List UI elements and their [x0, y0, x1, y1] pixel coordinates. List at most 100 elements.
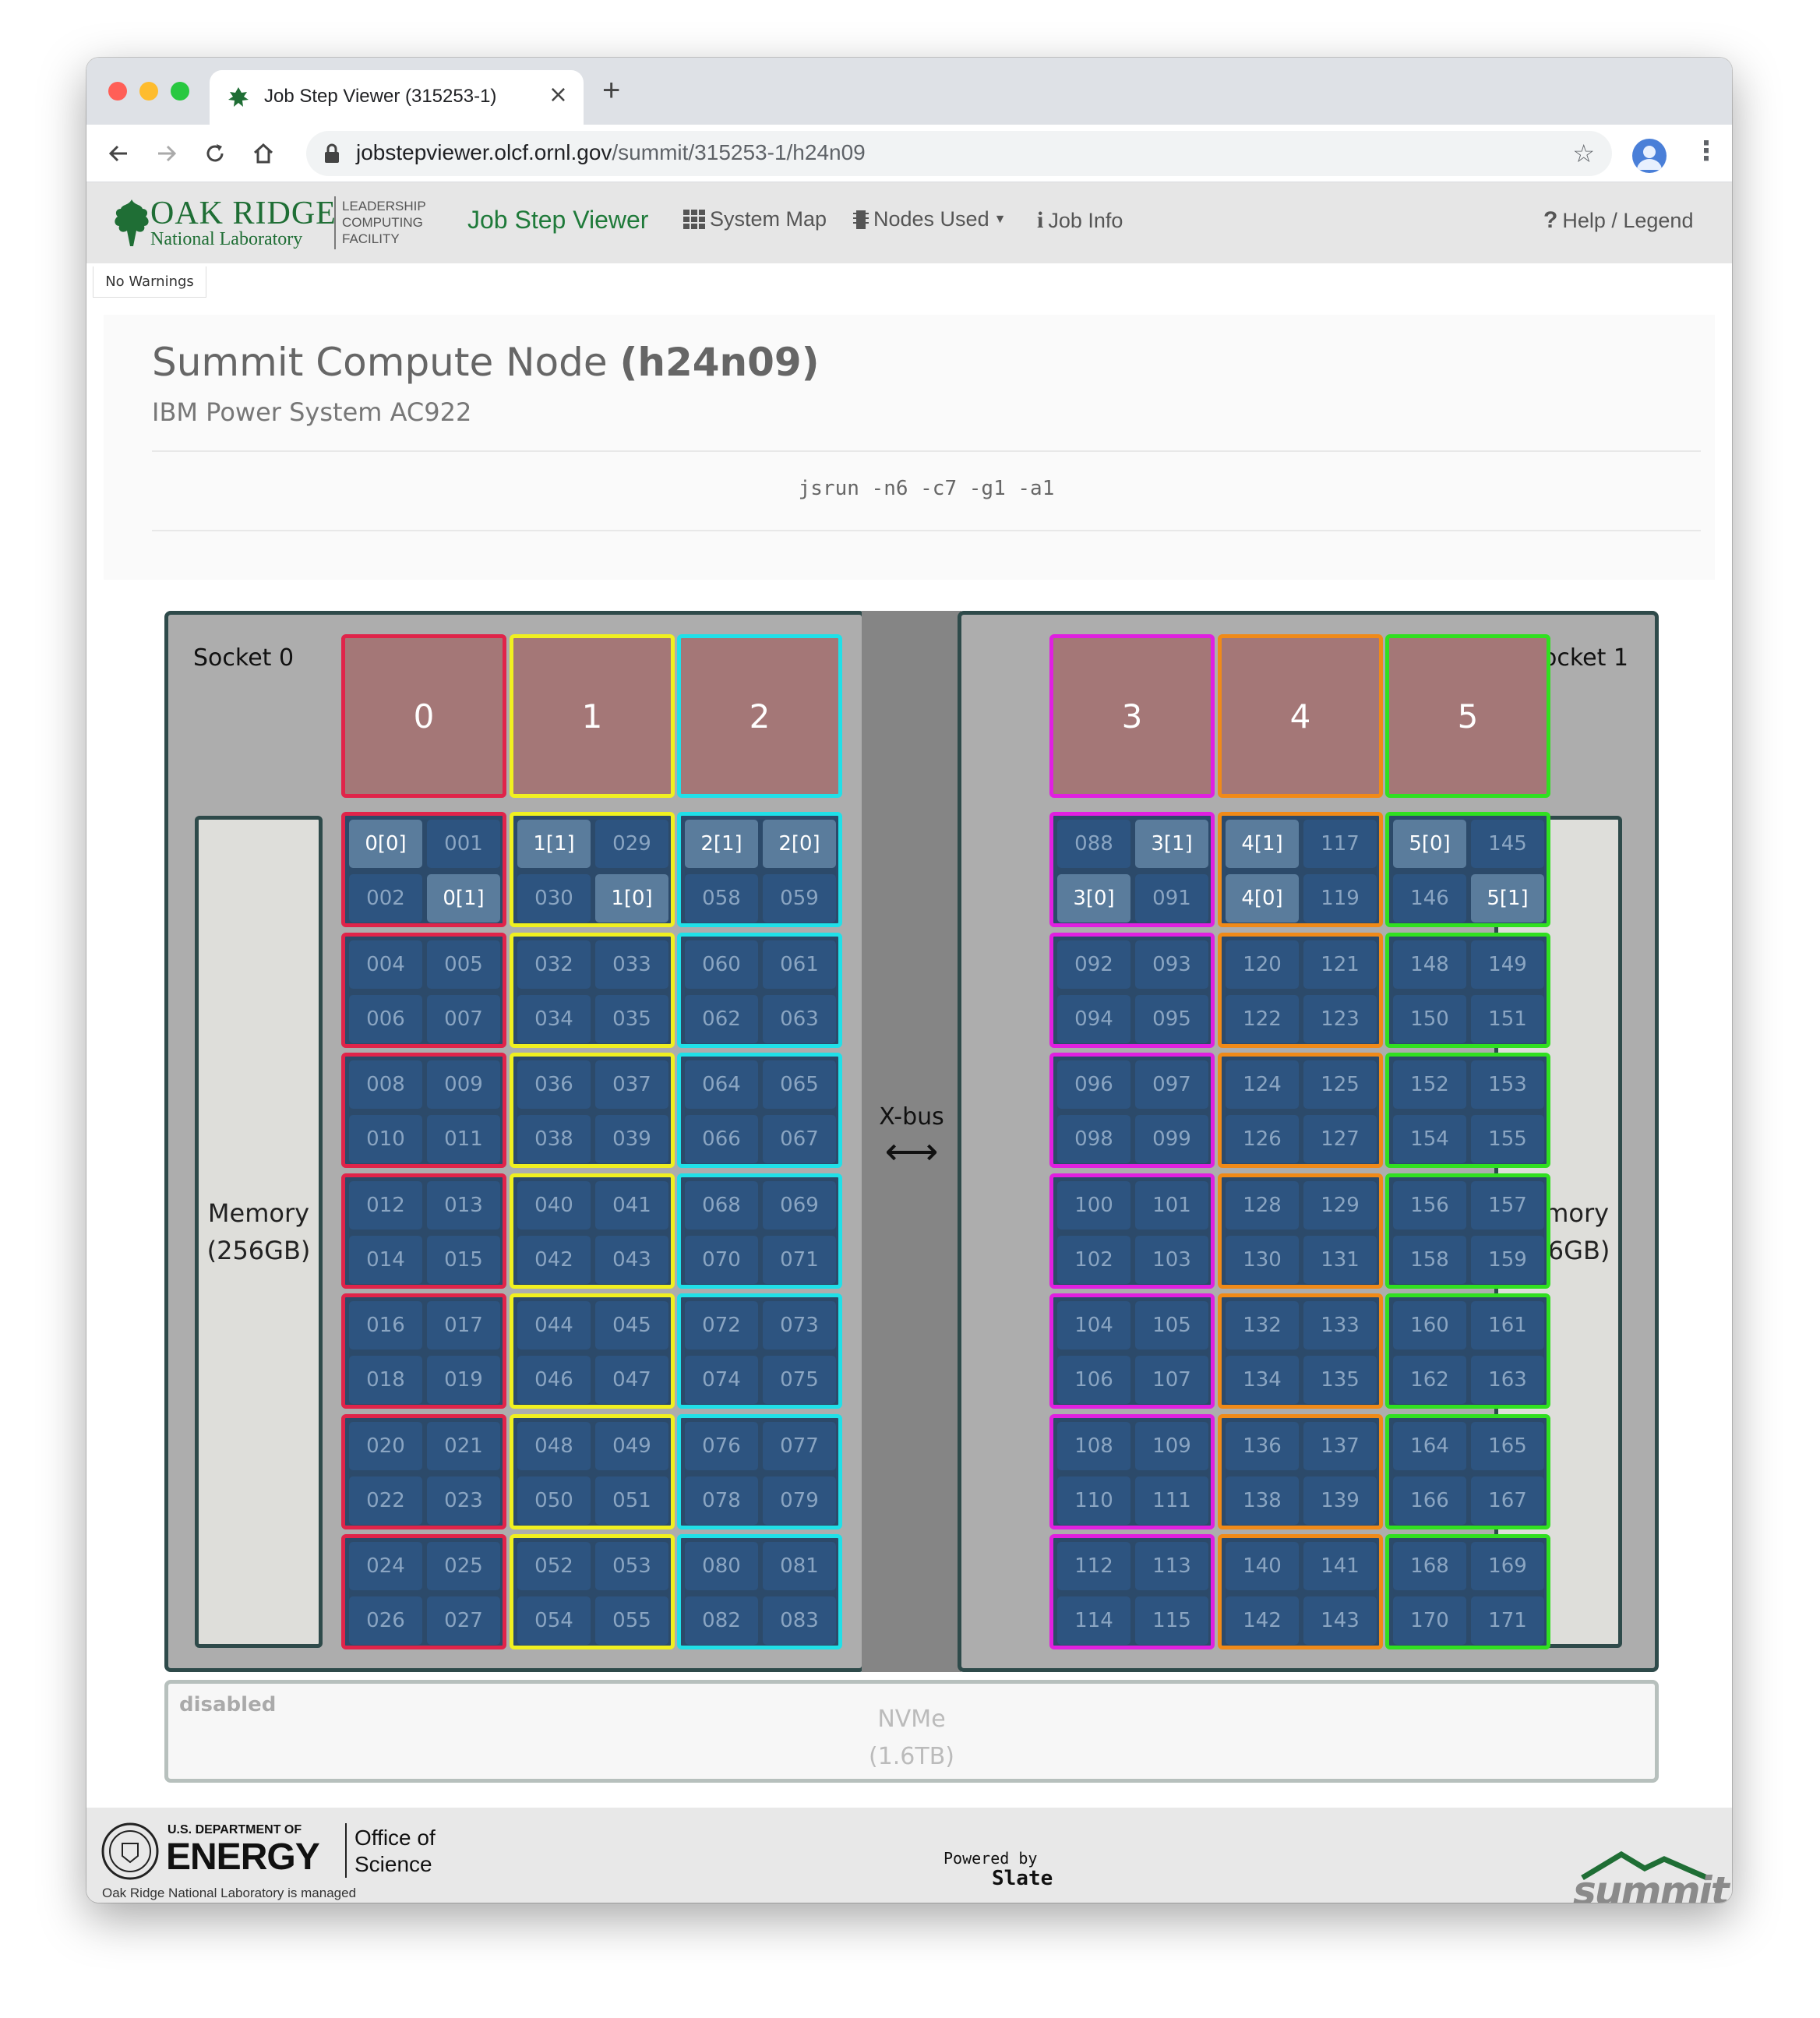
core[interactable]: 2[1] 2[0] 058 059: [677, 812, 842, 927]
hardware-thread[interactable]: 128: [1226, 1180, 1299, 1229]
core[interactable]: 168 169 170 171: [1385, 1534, 1550, 1649]
hardware-thread[interactable]: 132: [1226, 1301, 1299, 1349]
hardware-thread[interactable]: 0[0]: [349, 820, 422, 868]
core[interactable]: 128 129 130 131: [1218, 1173, 1383, 1289]
hardware-thread[interactable]: 162: [1393, 1356, 1466, 1404]
gpu-4[interactable]: 4: [1218, 634, 1383, 798]
hardware-thread[interactable]: 2[1]: [685, 820, 758, 868]
nav-help-legend[interactable]: ? Help / Legend: [1543, 207, 1693, 234]
hardware-thread[interactable]: 018: [349, 1356, 422, 1404]
hardware-thread[interactable]: 051: [595, 1476, 668, 1525]
hardware-thread[interactable]: 134: [1226, 1356, 1299, 1404]
doe-logo[interactable]: U.S. DEPARTMENT OF ENERGY Office of Scie…: [101, 1819, 459, 1884]
hardware-thread[interactable]: 141: [1303, 1542, 1377, 1590]
hardware-thread[interactable]: 048: [517, 1421, 591, 1470]
hardware-thread[interactable]: 050: [517, 1476, 591, 1525]
hardware-thread[interactable]: 024: [349, 1542, 422, 1590]
core[interactable]: 044 045 046 047: [510, 1293, 675, 1409]
hardware-thread[interactable]: 080: [685, 1542, 758, 1590]
hardware-thread[interactable]: 063: [763, 994, 836, 1043]
forward-icon[interactable]: [147, 134, 186, 173]
hardware-thread[interactable]: 103: [1135, 1235, 1208, 1284]
core[interactable]: 140 141 142 143: [1218, 1534, 1383, 1649]
hardware-thread[interactable]: 113: [1135, 1542, 1208, 1590]
hardware-thread[interactable]: 075: [763, 1356, 836, 1404]
hardware-thread[interactable]: 110: [1057, 1476, 1130, 1525]
hardware-thread[interactable]: 066: [685, 1115, 758, 1163]
hardware-thread[interactable]: 081: [763, 1542, 836, 1590]
core[interactable]: 040 041 042 043: [510, 1173, 675, 1289]
home-icon[interactable]: [244, 134, 283, 173]
hardware-thread[interactable]: 121: [1303, 940, 1377, 989]
hardware-thread[interactable]: 109: [1135, 1421, 1208, 1470]
hardware-thread[interactable]: 071: [763, 1235, 836, 1284]
hardware-thread[interactable]: 082: [685, 1596, 758, 1645]
core[interactable]: 072 073 074 075: [677, 1293, 842, 1409]
hardware-thread[interactable]: 078: [685, 1476, 758, 1525]
warnings-badge[interactable]: No Warnings: [93, 266, 206, 298]
reload-icon[interactable]: [196, 134, 235, 173]
hardware-thread[interactable]: 167: [1471, 1476, 1544, 1525]
hardware-thread[interactable]: 033: [595, 940, 668, 989]
hardware-thread[interactable]: 027: [427, 1596, 500, 1645]
hardware-thread[interactable]: 161: [1471, 1301, 1544, 1349]
core[interactable]: 008 009 010 011: [341, 1053, 506, 1168]
hardware-thread[interactable]: 111: [1135, 1476, 1208, 1525]
socket-0-memory[interactable]: Memory (256GB): [195, 816, 323, 1648]
core[interactable]: 012 013 014 015: [341, 1173, 506, 1289]
hardware-thread[interactable]: 062: [685, 994, 758, 1043]
core[interactable]: 100 101 102 103: [1049, 1173, 1215, 1289]
core[interactable]: 020 021 022 023: [341, 1413, 506, 1529]
hardware-thread[interactable]: 011: [427, 1115, 500, 1163]
core[interactable]: 132 133 134 135: [1218, 1293, 1383, 1409]
core[interactable]: 064 065 066 067: [677, 1053, 842, 1168]
core[interactable]: 080 081 082 083: [677, 1534, 842, 1649]
hardware-thread[interactable]: 036: [517, 1060, 591, 1109]
hardware-thread[interactable]: 096: [1057, 1060, 1130, 1109]
hardware-thread[interactable]: 130: [1226, 1235, 1299, 1284]
hardware-thread[interactable]: 3[1]: [1135, 820, 1208, 868]
hardware-thread[interactable]: 104: [1057, 1301, 1130, 1349]
hardware-thread[interactable]: 166: [1393, 1476, 1466, 1525]
hardware-thread[interactable]: 023: [427, 1476, 500, 1525]
hardware-thread[interactable]: 5[0]: [1393, 820, 1466, 868]
hardware-thread[interactable]: 007: [427, 994, 500, 1043]
hardware-thread[interactable]: 4[1]: [1226, 820, 1299, 868]
core[interactable]: 108 109 110 111: [1049, 1413, 1215, 1529]
hardware-thread[interactable]: 171: [1471, 1596, 1544, 1645]
hardware-thread[interactable]: 149: [1471, 940, 1544, 989]
hardware-thread[interactable]: 112: [1057, 1542, 1130, 1590]
hardware-thread[interactable]: 069: [763, 1180, 836, 1229]
minimize-window-button[interactable]: [139, 82, 158, 101]
hardware-thread[interactable]: 044: [517, 1301, 591, 1349]
nav-job-info[interactable]: i Job Info: [1037, 207, 1123, 234]
hardware-thread[interactable]: 124: [1226, 1060, 1299, 1109]
hardware-thread[interactable]: 042: [517, 1235, 591, 1284]
core[interactable]: 112 113 114 115: [1049, 1534, 1215, 1649]
hardware-thread[interactable]: 021: [427, 1421, 500, 1470]
hardware-thread[interactable]: 061: [763, 940, 836, 989]
hardware-thread[interactable]: 119: [1303, 874, 1377, 923]
hardware-thread[interactable]: 065: [763, 1060, 836, 1109]
hardware-thread[interactable]: 067: [763, 1115, 836, 1163]
hardware-thread[interactable]: 1[1]: [517, 820, 591, 868]
browser-tab[interactable]: Job Step Viewer (315253-1) ×: [210, 70, 584, 125]
hardware-thread[interactable]: 101: [1135, 1180, 1208, 1229]
hardware-thread[interactable]: 037: [595, 1060, 668, 1109]
hardware-thread[interactable]: 117: [1303, 820, 1377, 868]
hardware-thread[interactable]: 097: [1135, 1060, 1208, 1109]
hardware-thread[interactable]: 058: [685, 874, 758, 923]
hardware-thread[interactable]: 093: [1135, 940, 1208, 989]
core[interactable]: 1[1] 029 030 1[0]: [510, 812, 675, 927]
hardware-thread[interactable]: 030: [517, 874, 591, 923]
hardware-thread[interactable]: 146: [1393, 874, 1466, 923]
core[interactable]: 076 077 078 079: [677, 1413, 842, 1529]
app-brand-link[interactable]: Job Step Viewer: [467, 206, 648, 235]
hardware-thread[interactable]: 054: [517, 1596, 591, 1645]
core[interactable]: 036 037 038 039: [510, 1053, 675, 1168]
hardware-thread[interactable]: 169: [1471, 1542, 1544, 1590]
gpu-3[interactable]: 3: [1049, 634, 1215, 798]
gpu-5[interactable]: 5: [1385, 634, 1550, 798]
core[interactable]: 160 161 162 163: [1385, 1293, 1550, 1409]
hardware-thread[interactable]: 151: [1471, 994, 1544, 1043]
